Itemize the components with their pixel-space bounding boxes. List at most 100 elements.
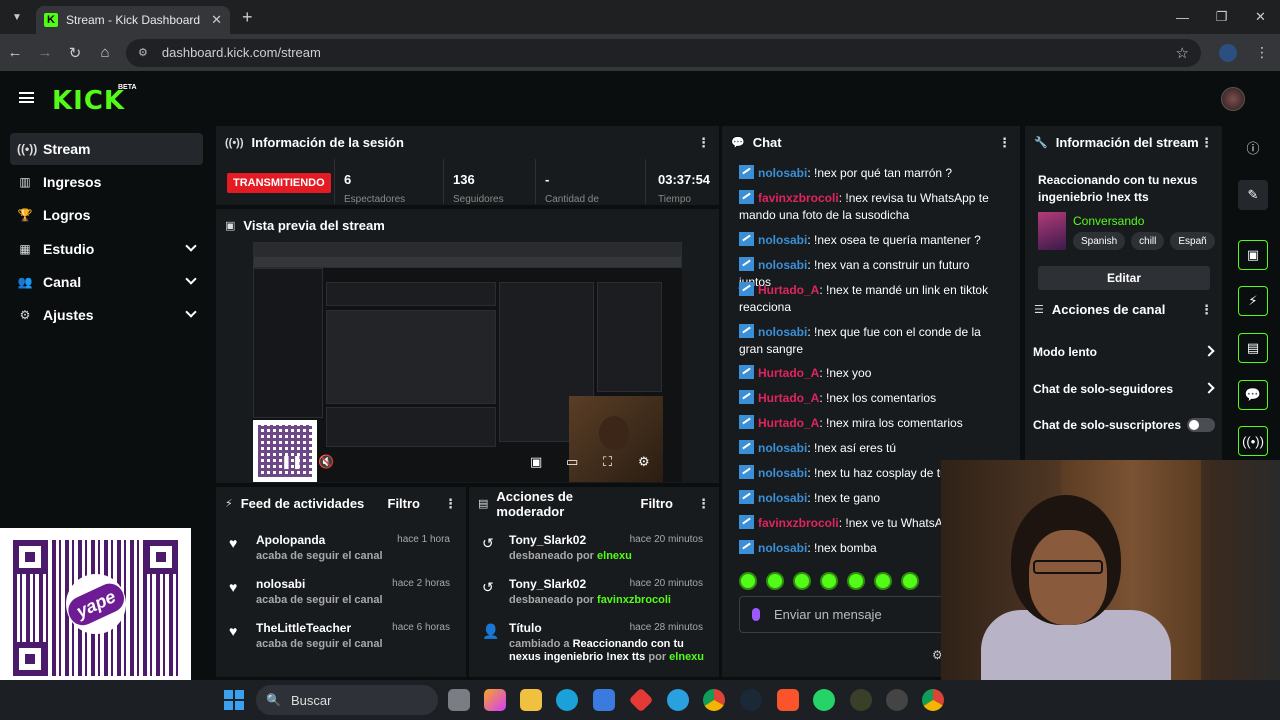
- steam-icon[interactable]: [740, 689, 762, 711]
- sidebar-item-ajustes[interactable]: ⚙ Ajustes: [10, 299, 203, 331]
- file-explorer-icon[interactable]: [520, 689, 542, 711]
- chat-username[interactable]: favinxzbrocoli: [758, 516, 839, 530]
- chat-username[interactable]: nolosabi: [758, 258, 807, 272]
- minimize-icon[interactable]: —: [1163, 0, 1202, 34]
- url-input[interactable]: ⚙ dashboard.kick.com/stream ☆: [126, 38, 1201, 67]
- bolt-toggle-icon[interactable]: ⚡: [1238, 286, 1268, 316]
- more-options-icon[interactable]: ⋮: [697, 496, 710, 512]
- followers-only-action[interactable]: Chat de solo-seguidores: [1033, 372, 1215, 406]
- sidebar-item-ingresos[interactable]: ▥ Ingresos: [10, 166, 203, 198]
- sidebar-item-stream[interactable]: ((•)) Stream: [10, 133, 203, 165]
- edge-icon[interactable]: [556, 689, 578, 711]
- chat-username[interactable]: nolosabi: [758, 491, 807, 505]
- windows-start-icon[interactable]: [224, 690, 244, 710]
- browser-menu-icon[interactable]: ⋮: [1255, 44, 1269, 61]
- more-options-icon[interactable]: ⋮: [697, 135, 710, 151]
- chat-username[interactable]: nolosabi: [758, 166, 807, 180]
- app-green-icon[interactable]: [850, 689, 872, 711]
- emote-icon[interactable]: [901, 572, 919, 590]
- chat-username[interactable]: Hurtado_A: [758, 283, 819, 297]
- chat-toggle-icon[interactable]: 💬: [1238, 380, 1268, 410]
- brave-icon[interactable]: [777, 689, 799, 711]
- kick-logo[interactable]: KICK: [52, 86, 125, 116]
- mod-actor[interactable]: elnexu: [669, 651, 704, 663]
- chat-username[interactable]: nolosabi: [758, 233, 807, 247]
- feed-username[interactable]: TheLittleTeacher: [256, 621, 351, 635]
- hamburger-menu-icon[interactable]: [19, 92, 34, 103]
- feed-username[interactable]: nolosabi: [256, 577, 305, 591]
- tag-chip[interactable]: Spanish: [1073, 232, 1126, 250]
- more-options-icon[interactable]: ⋮: [1200, 302, 1213, 318]
- maximize-icon[interactable]: ❐: [1202, 0, 1241, 34]
- tag-chip[interactable]: chill: [1131, 232, 1165, 250]
- slow-mode-action[interactable]: Modo lento: [1033, 335, 1215, 369]
- stream-preview-toggle-icon[interactable]: ▣: [1238, 240, 1268, 270]
- taskbar-search[interactable]: 🔍 Buscar: [256, 685, 438, 715]
- copilot-icon[interactable]: [484, 689, 506, 711]
- pause-icon[interactable]: ❚❚: [281, 454, 303, 470]
- forward-icon[interactable]: →: [30, 44, 60, 61]
- settings-gear-icon[interactable]: ⚙: [638, 454, 650, 470]
- chrome-active-icon[interactable]: [922, 689, 944, 711]
- app-blue-icon[interactable]: [667, 689, 689, 711]
- new-tab-icon[interactable]: +: [242, 7, 253, 28]
- microphone-icon[interactable]: [752, 608, 760, 621]
- stream-preview-video[interactable]: ❚❚ 🔇 ▣ ▭ ⛶ ⚙: [253, 242, 682, 482]
- profile-avatar[interactable]: [1219, 43, 1237, 62]
- chat-username[interactable]: favinxzbrocoli: [758, 191, 839, 205]
- category-thumbnail[interactable]: [1038, 212, 1066, 250]
- filter-button[interactable]: Filtro: [641, 496, 674, 511]
- store-icon[interactable]: [593, 689, 615, 711]
- emote-icon[interactable]: [793, 572, 811, 590]
- mod-actor[interactable]: elnexu: [597, 550, 632, 562]
- close-window-icon[interactable]: ✕: [1241, 0, 1280, 34]
- close-tab-icon[interactable]: ✕: [211, 12, 222, 28]
- document-toggle-icon[interactable]: ▤: [1238, 333, 1268, 363]
- more-options-icon[interactable]: ⋮: [998, 135, 1011, 151]
- chat-username[interactable]: nolosabi: [758, 466, 807, 480]
- fullscreen-icon[interactable]: ⛶: [603, 454, 612, 470]
- chat-username[interactable]: nolosabi: [758, 325, 807, 339]
- whatsapp-icon[interactable]: [813, 689, 835, 711]
- app-red-icon[interactable]: [628, 687, 654, 713]
- sidebar-item-canal[interactable]: 👥 Canal: [10, 266, 203, 298]
- sidebar-item-logros[interactable]: 🏆 Logros: [10, 199, 203, 231]
- edit-stream-button[interactable]: Editar: [1038, 266, 1210, 290]
- theater-icon[interactable]: ▭: [566, 454, 578, 470]
- browser-tab[interactable]: K Stream - Kick Dashboard ✕: [36, 6, 230, 34]
- broadcast-toggle-icon[interactable]: ((•)): [1238, 426, 1268, 456]
- pencil-icon[interactable]: ✎: [1238, 180, 1268, 210]
- chat-username[interactable]: nolosabi: [758, 541, 807, 555]
- emote-icon[interactable]: [874, 572, 892, 590]
- user-avatar[interactable]: [1221, 87, 1245, 111]
- more-options-icon[interactable]: ⋮: [1200, 135, 1213, 151]
- emote-icon[interactable]: [820, 572, 838, 590]
- chat-username[interactable]: Hurtado_A: [758, 416, 819, 430]
- emote-icon[interactable]: [739, 572, 757, 590]
- chat-username[interactable]: nolosabi: [758, 441, 807, 455]
- mute-icon[interactable]: 🔇: [318, 454, 334, 470]
- site-info-icon[interactable]: ⚙: [138, 46, 148, 59]
- chrome-icon[interactable]: [703, 689, 725, 711]
- info-icon[interactable]: ⓘ: [1238, 132, 1268, 162]
- chat-username[interactable]: Hurtado_A: [758, 366, 819, 380]
- chat-message-input[interactable]: Enviar un mensaje: [739, 596, 969, 633]
- reload-icon[interactable]: ↻: [60, 44, 90, 62]
- back-icon[interactable]: ←: [0, 44, 30, 61]
- app-gray-icon[interactable]: [886, 689, 908, 711]
- emote-icon[interactable]: [766, 572, 784, 590]
- task-view-icon[interactable]: [448, 689, 470, 711]
- sidebar-item-estudio[interactable]: ▦ Estudio: [10, 233, 203, 265]
- tab-search-icon[interactable]: ▼: [4, 5, 30, 29]
- subscribers-only-toggle[interactable]: [1187, 418, 1215, 432]
- category-name[interactable]: Conversando: [1073, 214, 1144, 228]
- feed-username[interactable]: Apolopanda: [256, 533, 325, 547]
- more-options-icon[interactable]: ⋮: [444, 496, 457, 512]
- emote-icon[interactable]: [847, 572, 865, 590]
- mod-actor[interactable]: favinxzbrocoli: [597, 594, 671, 606]
- bookmark-star-icon[interactable]: ☆: [1176, 44, 1189, 62]
- mod-target[interactable]: Tony_Slark02: [509, 577, 586, 591]
- filter-button[interactable]: Filtro: [388, 496, 421, 511]
- home-icon[interactable]: ⌂: [90, 44, 120, 61]
- tag-chip[interactable]: Españ: [1170, 232, 1215, 250]
